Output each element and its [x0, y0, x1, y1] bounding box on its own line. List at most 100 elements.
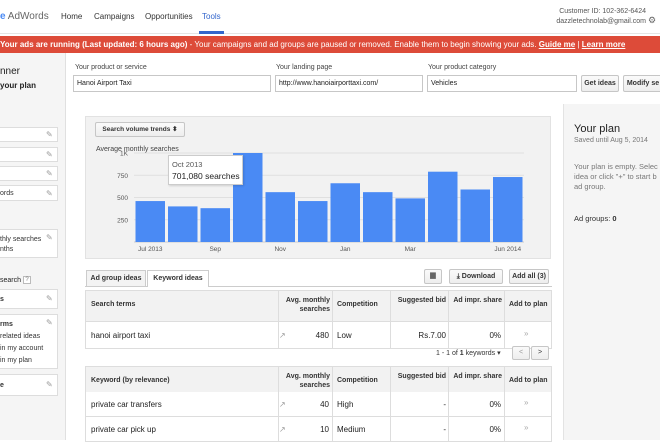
planner-subtitle: your plan: [0, 81, 37, 90]
nav-home[interactable]: Home: [61, 12, 82, 21]
category-input[interactable]: Vehicles: [427, 75, 577, 92]
pencil-icon[interactable]: ✎: [46, 151, 54, 159]
add-to-plan-icon[interactable]: »: [524, 423, 528, 432]
download-icon: ⤓: [456, 273, 460, 280]
add-all-button[interactable]: Add all (3): [509, 269, 549, 284]
pencil-icon[interactable]: ✎: [46, 295, 54, 303]
col-suggested-bid[interactable]: Suggested bid: [396, 372, 446, 381]
add-to-plan-icon[interactable]: »: [524, 329, 528, 338]
tab-keyword-ideas[interactable]: Keyword ideas: [147, 270, 209, 287]
product-input[interactable]: Hanoi Airport Taxi: [73, 75, 271, 92]
search-volume-dropdown[interactable]: Search volume trends ⬍: [95, 122, 185, 137]
nav-tools[interactable]: Tools: [202, 12, 221, 21]
plan-title: Your plan: [574, 123, 621, 135]
col-avg-searches[interactable]: Avg. monthly searches: [282, 372, 330, 390]
nav-active-indicator: [199, 31, 224, 34]
customer-id: Customer ID: 102-362-6424: [559, 8, 646, 15]
bar-may-2014: [460, 189, 490, 242]
table-row: private car pick up ↗ 10 Medium - 0% »: [85, 417, 552, 442]
nav-campaigns[interactable]: Campaigns: [94, 12, 134, 21]
adwords-logo[interactable]: e AdWords: [0, 11, 49, 22]
product-label: Your product or service: [75, 64, 147, 71]
alert-banner: Your ads are running (Last updated: 6 ho…: [0, 36, 660, 53]
alert-message: - Your campaigns and ad groups are pause…: [187, 40, 537, 49]
trend-icon[interactable]: ↗: [279, 331, 286, 340]
bar-jan-2014: [330, 183, 360, 242]
bar-jun-2014: [493, 177, 523, 242]
next-page-button[interactable]: >: [531, 346, 549, 360]
bar-nov-2013: [265, 192, 295, 242]
y-tick-label: 500: [117, 195, 128, 202]
chart-icon[interactable]: ▆: [424, 269, 442, 284]
x-tick-label: Jul 2013: [138, 246, 163, 253]
category-label: Your product category: [428, 64, 497, 71]
sidebar-filter-1[interactable]: ✎: [0, 127, 58, 142]
bar-mar-2014: [395, 198, 425, 242]
sidebar-filter-3[interactable]: ✎: [0, 166, 58, 181]
chevron-down-icon[interactable]: ▾: [497, 350, 501, 357]
col-suggested-bid[interactable]: Suggested bid: [396, 296, 446, 305]
col-ad-impr-share[interactable]: Ad impr. share: [452, 296, 502, 305]
help-icon[interactable]: ?: [23, 276, 32, 284]
y-tick-label: 1K: [120, 151, 129, 158]
chart-tooltip: Oct 2013 701,080 searches: [168, 155, 243, 185]
gear-icon[interactable]: ⚙: [648, 15, 658, 25]
pencil-icon[interactable]: ✎: [46, 190, 54, 198]
table1-header: Search terms Avg. monthly searches Compe…: [85, 290, 552, 322]
account-email: dazzletechnolab@gmail.com: [556, 18, 646, 25]
keyword-term: hanoi airport taxi: [91, 331, 151, 340]
pencil-icon[interactable]: ✎: [46, 319, 54, 327]
plan-saved: Saved until Aug 5, 2014: [574, 137, 648, 144]
keyword-term: private car pick up: [91, 425, 156, 434]
top-navigation-bar: e AdWords Home Campaigns Opportunities T…: [0, 0, 660, 34]
bar-jul-2013: [135, 201, 165, 242]
y-tick-label: 250: [117, 217, 128, 224]
trend-icon[interactable]: ↗: [279, 425, 286, 434]
pager-info: 1 - 1 of 1 keywords ▾: [436, 350, 501, 357]
sidebar-filter-e[interactable]: e ✎: [0, 374, 58, 396]
col-keyword-relevance[interactable]: Keyword (by relevance): [91, 376, 170, 385]
col-ad-impr-share[interactable]: Ad impr. share: [452, 372, 502, 381]
landing-page-input[interactable]: http://www.hanoiairporttaxi.com/: [275, 75, 423, 92]
col-add-to-plan: Add to plan: [509, 301, 548, 308]
pencil-icon[interactable]: ✎: [46, 381, 54, 389]
alert-status: Your ads are running (Last updated: 6 ho…: [0, 40, 188, 49]
learn-more-link[interactable]: Learn more: [582, 40, 626, 49]
pencil-icon[interactable]: ✎: [46, 131, 54, 139]
search-volume-chart: 1K 750 500 250 Jul 2013 Sep Nov Jan Mar Jun 2014: [117, 151, 524, 253]
col-avg-searches[interactable]: Avg. monthly searches: [282, 296, 330, 314]
dropdown-arrow-icon: ⬍: [172, 126, 178, 133]
prev-page-button[interactable]: <: [512, 346, 530, 360]
sidebar-filter-2[interactable]: ✎: [0, 147, 58, 162]
table-row: hanoi airport taxi ↗ 480 Low Rs.7.00 0% …: [85, 322, 552, 349]
bar-apr-2014: [428, 171, 458, 242]
search-options-label: search?: [0, 276, 32, 284]
pencil-icon[interactable]: ✎: [46, 170, 54, 178]
get-ideas-button[interactable]: Get ideas: [581, 75, 619, 92]
guide-me-link[interactable]: Guide me: [539, 40, 575, 49]
trend-icon[interactable]: ↗: [279, 400, 286, 409]
bar-sep-2013: [200, 208, 230, 242]
account-info[interactable]: Customer ID: 102-362-6424 dazzletechnola…: [556, 7, 646, 27]
tab-ad-group-ideas[interactable]: Ad group ideas: [86, 270, 146, 286]
sidebar-filter-monthly-searches[interactable]: thly searches nths ✎: [0, 229, 58, 258]
col-competition[interactable]: Competition: [337, 300, 378, 309]
x-tick-label: Jun 2014: [494, 246, 521, 253]
plan-panel: Your plan Saved until Aug 5, 2014 Your p…: [563, 104, 660, 440]
nav-opportunities[interactable]: Opportunities: [145, 12, 193, 21]
sidebar-filter-s[interactable]: s ✎: [0, 289, 58, 309]
col-search-terms[interactable]: Search terms: [91, 300, 135, 309]
add-to-plan-icon[interactable]: »: [524, 398, 528, 407]
planner-title: nner: [0, 66, 21, 77]
x-tick-label: Nov: [274, 246, 286, 253]
landing-page-label: Your landing page: [276, 64, 333, 71]
modify-search-button[interactable]: Modify se: [623, 75, 660, 92]
col-competition[interactable]: Competition: [337, 376, 378, 385]
pencil-icon[interactable]: ✎: [46, 234, 54, 242]
download-button[interactable]: ⤓ Download: [449, 269, 503, 284]
y-tick-label: 750: [117, 173, 128, 180]
sidebar-filter-keywords[interactable]: ords ✎: [0, 185, 58, 201]
sidebar-filter-terms[interactable]: rms related ideas in my account in my pl…: [0, 314, 58, 369]
bar-dec-2013: [298, 201, 328, 242]
keyword-term: private car transfers: [91, 400, 162, 409]
